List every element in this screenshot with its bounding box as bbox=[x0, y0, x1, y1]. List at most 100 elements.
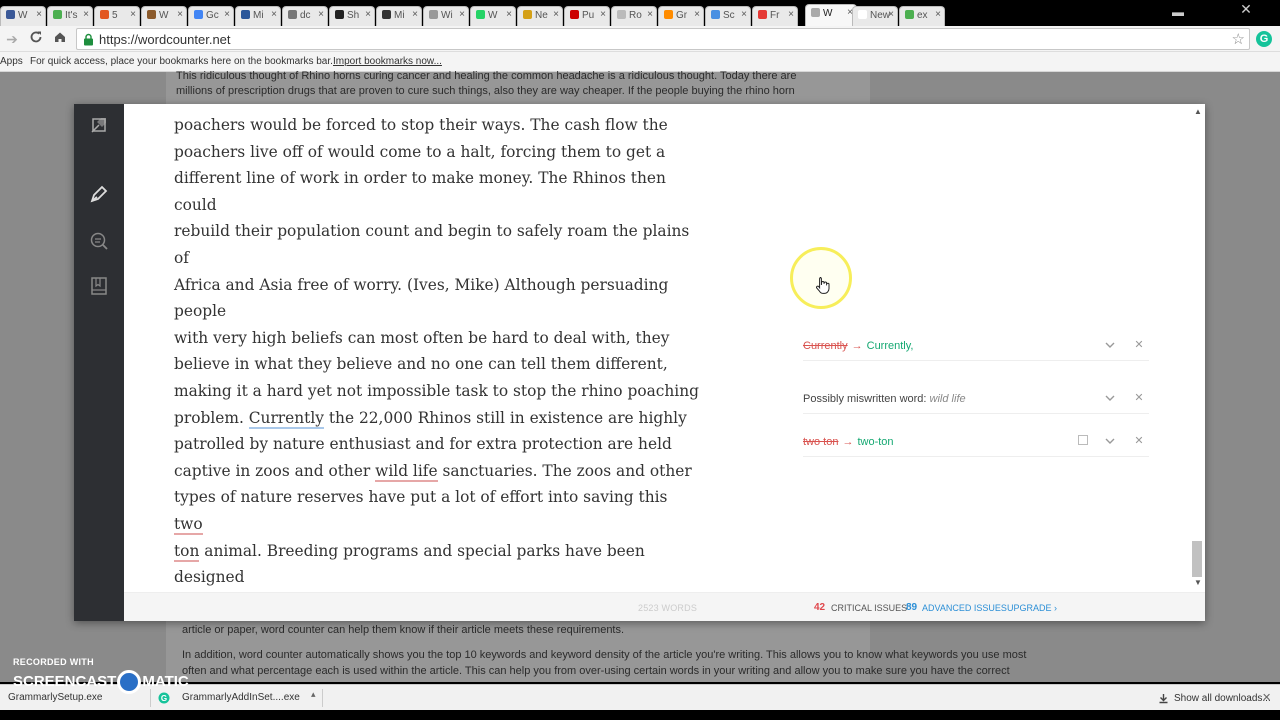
document-text[interactable]: poachers would be forced to stop their w… bbox=[174, 112, 699, 621]
tab[interactable]: Gr × bbox=[658, 6, 704, 26]
tab-label: Ne bbox=[535, 10, 548, 21]
close-tab-icon[interactable]: × bbox=[130, 9, 136, 20]
flagged-word[interactable]: wild life bbox=[375, 461, 438, 482]
home-icon[interactable] bbox=[51, 30, 69, 48]
close-tab-icon[interactable]: × bbox=[271, 9, 277, 20]
chevron-down-icon[interactable] bbox=[1103, 391, 1117, 405]
close-tab-icon[interactable]: × bbox=[741, 9, 747, 20]
text-line: types of nature reserves have put a lot … bbox=[174, 488, 668, 535]
flagged-word[interactable]: two bbox=[174, 514, 203, 535]
close-tab-icon[interactable]: × bbox=[553, 9, 559, 20]
close-tab-icon[interactable]: × bbox=[318, 9, 324, 20]
favicon-icon bbox=[711, 10, 720, 19]
close-tab-icon[interactable]: × bbox=[600, 9, 606, 20]
tab[interactable]: Wi × bbox=[423, 6, 469, 26]
tab[interactable]: ex × bbox=[899, 6, 945, 26]
tab[interactable]: dc × bbox=[282, 6, 328, 26]
advanced-issues-label[interactable]: ADVANCED ISSUES bbox=[922, 603, 1007, 613]
chevron-down-icon[interactable] bbox=[1103, 338, 1117, 352]
suggested-text[interactable]: Currently, bbox=[867, 340, 914, 352]
import-bookmarks-link[interactable]: Import bookmarks now... bbox=[333, 56, 442, 67]
advanced-issues-count[interactable]: 89 bbox=[906, 602, 917, 613]
close-icon[interactable]: ✕ bbox=[1132, 338, 1146, 352]
close-window-icon[interactable]: ✕ bbox=[1236, 2, 1256, 16]
tab[interactable]: Mi × bbox=[235, 6, 281, 26]
close-icon[interactable]: ✕ bbox=[1132, 434, 1146, 448]
text-line: captive in zoos and other wild life sanc… bbox=[174, 461, 692, 482]
tab[interactable]: Mi × bbox=[376, 6, 422, 26]
tab[interactable]: W × bbox=[470, 6, 516, 26]
close-tab-icon[interactable]: × bbox=[412, 9, 418, 20]
search-document-icon[interactable] bbox=[88, 230, 110, 252]
apps-shortcut[interactable]: Apps bbox=[0, 56, 23, 67]
close-tab-icon[interactable]: × bbox=[224, 9, 230, 20]
close-tab-icon[interactable]: × bbox=[788, 9, 794, 20]
critical-issues-count[interactable]: 42 bbox=[814, 602, 825, 613]
close-tab-icon[interactable]: × bbox=[365, 9, 371, 20]
chevron-down-icon[interactable] bbox=[1103, 434, 1117, 448]
tab[interactable]: 5 × bbox=[94, 6, 140, 26]
favicon-icon bbox=[664, 10, 673, 19]
critical-issues-label[interactable]: CRITICAL ISSUES bbox=[831, 603, 907, 613]
tab-active[interactable]: W × bbox=[805, 4, 857, 26]
pen-icon[interactable] bbox=[88, 183, 110, 205]
favicon-icon bbox=[429, 10, 438, 19]
suggested-text[interactable]: two-ton bbox=[857, 436, 893, 448]
suggestion-card-miswritten[interactable]: Possibly miswritten word: wild life ✕ bbox=[803, 386, 1149, 414]
forward-icon[interactable]: ➔ bbox=[3, 30, 21, 48]
tab-label: Ro bbox=[629, 10, 642, 21]
reload-icon[interactable] bbox=[27, 30, 45, 48]
tab[interactable]: It's × bbox=[47, 6, 93, 26]
close-tab-icon[interactable]: × bbox=[459, 9, 465, 20]
close-tab-icon[interactable]: × bbox=[888, 9, 894, 20]
book-icon[interactable] bbox=[88, 275, 110, 297]
close-tab-icon[interactable]: × bbox=[506, 9, 512, 20]
tab-label: 5 bbox=[112, 10, 118, 21]
lock-icon bbox=[84, 33, 93, 46]
close-tab-icon[interactable]: × bbox=[935, 9, 941, 20]
suggestion-card-hyphen[interactable]: two ton → two-ton ✕ bbox=[803, 429, 1149, 457]
tab[interactable]: Sc × bbox=[705, 6, 751, 26]
minimize-icon[interactable]: ▬ bbox=[1168, 6, 1188, 18]
close-icon[interactable]: ✕ bbox=[1132, 391, 1146, 405]
download-item[interactable]: GrammarlyAddInSet....exe bbox=[176, 689, 306, 707]
tab[interactable]: Pu × bbox=[564, 6, 610, 26]
scroll-down-icon[interactable]: ▼ bbox=[1194, 578, 1202, 587]
tab[interactable]: Fr × bbox=[752, 6, 798, 26]
tab[interactable]: W × bbox=[0, 6, 46, 26]
scrollbar-thumb[interactable] bbox=[1192, 541, 1202, 577]
grammarly-extension-icon[interactable]: G bbox=[1256, 31, 1272, 47]
suggestion-card-comma[interactable]: Currently → Currently, ✕ bbox=[803, 333, 1149, 361]
dictionary-icon[interactable] bbox=[1078, 435, 1088, 445]
star-icon[interactable]: ☆ bbox=[1232, 30, 1245, 48]
chevron-up-icon[interactable]: ▴ bbox=[311, 689, 316, 700]
tab[interactable]: Gc × bbox=[188, 6, 234, 26]
tab[interactable]: Ne × bbox=[517, 6, 563, 26]
upgrade-link[interactable]: UPGRADE › bbox=[1007, 603, 1057, 613]
background-text-bottom-1: article or paper, word counter can help … bbox=[182, 624, 625, 636]
tab[interactable]: W × bbox=[141, 6, 187, 26]
tab[interactable]: Sh × bbox=[329, 6, 375, 26]
close-icon[interactable]: ✕ bbox=[1262, 691, 1271, 704]
scrollbar[interactable]: ▲ ▼ bbox=[1191, 104, 1205, 592]
close-tab-icon[interactable]: × bbox=[36, 9, 42, 20]
tab-label: W bbox=[823, 8, 833, 19]
close-tab-icon[interactable]: × bbox=[83, 9, 89, 20]
favicon-icon bbox=[241, 10, 250, 19]
tab-label: dc bbox=[300, 10, 311, 21]
close-tab-icon[interactable]: × bbox=[177, 9, 183, 20]
svg-text:G: G bbox=[161, 694, 167, 703]
close-tab-icon[interactable]: × bbox=[647, 9, 653, 20]
background-text-top-1: This ridiculous thought of Rhino horns c… bbox=[176, 70, 797, 82]
flagged-word[interactable]: Currently bbox=[248, 408, 324, 429]
tab[interactable]: New × bbox=[852, 6, 898, 26]
show-all-downloads-link[interactable]: Show all downloads... bbox=[1174, 693, 1271, 704]
text-line: poachers live off of would come to a hal… bbox=[174, 142, 666, 161]
address-bar[interactable]: https://wordcounter.net ☆ bbox=[76, 28, 1250, 50]
close-tab-icon[interactable]: × bbox=[694, 9, 700, 20]
scroll-up-icon[interactable]: ▲ bbox=[1194, 107, 1202, 116]
collapse-icon[interactable] bbox=[88, 114, 110, 136]
flagged-word[interactable]: ton bbox=[174, 541, 200, 562]
tab[interactable]: Ro × bbox=[611, 6, 657, 26]
tab-label: Fr bbox=[770, 10, 780, 21]
